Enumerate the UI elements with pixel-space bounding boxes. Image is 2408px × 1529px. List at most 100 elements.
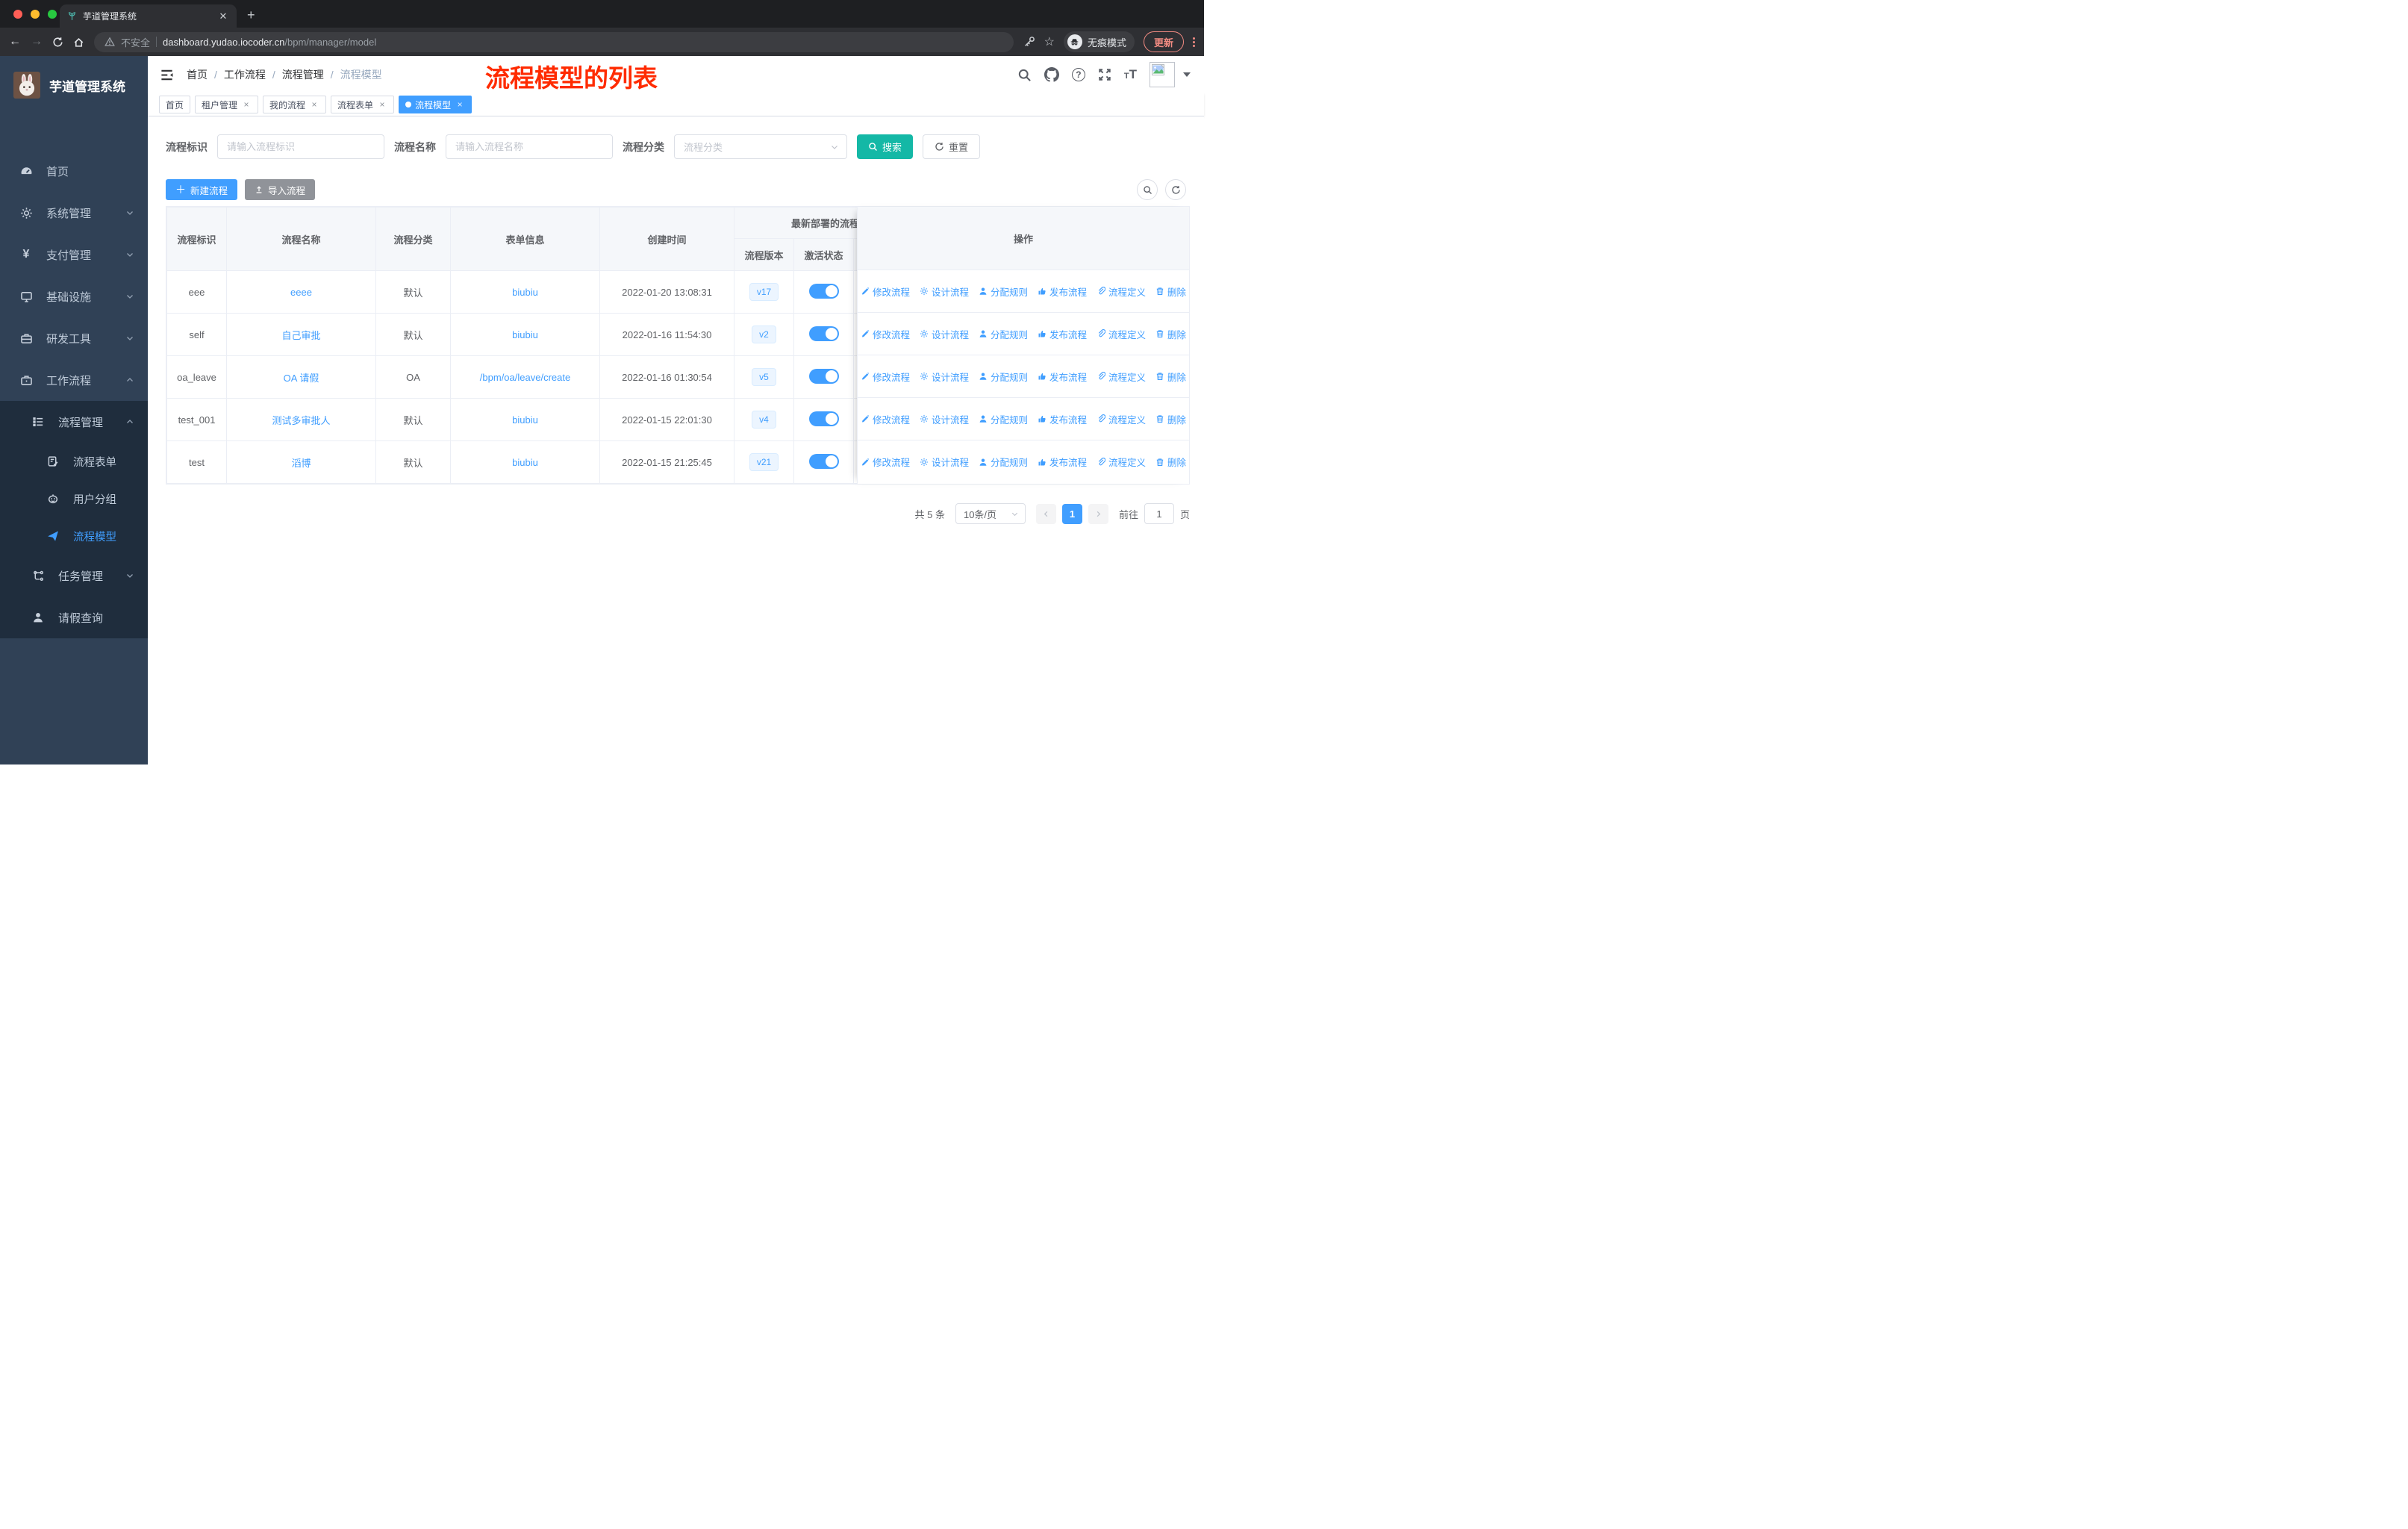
action-delete[interactable]: 删除 xyxy=(1155,327,1186,341)
action-assign-rule[interactable]: 分配规则 xyxy=(979,455,1028,469)
tag-process-form[interactable]: 流程表单 × xyxy=(331,96,395,113)
action-edit-process[interactable]: 修改流程 xyxy=(861,455,910,469)
version-badge[interactable]: v2 xyxy=(752,326,776,343)
tab-close-icon[interactable]: ✕ xyxy=(217,10,229,22)
back-icon[interactable]: ← xyxy=(9,36,21,48)
action-process-definition[interactable]: 流程定义 xyxy=(1097,370,1146,384)
version-badge[interactable]: v4 xyxy=(752,411,776,429)
process-name-link[interactable]: 测试多审批人 xyxy=(272,415,330,426)
action-edit-process[interactable]: 修改流程 xyxy=(861,284,910,299)
tag-tenant-mgmt[interactable]: 租户管理 × xyxy=(195,96,259,113)
sidebar-item-task-mgmt[interactable]: 任务管理 xyxy=(0,555,148,597)
action-publish-process[interactable]: 发布流程 xyxy=(1038,370,1087,384)
action-publish-process[interactable]: 发布流程 xyxy=(1038,284,1087,299)
action-design-process[interactable]: 设计流程 xyxy=(920,412,969,426)
process-key-input[interactable] xyxy=(217,134,384,159)
version-badge[interactable]: v5 xyxy=(752,368,776,386)
fullscreen-icon[interactable] xyxy=(1098,68,1111,81)
breadcrumb-home[interactable]: 首页 xyxy=(187,67,208,82)
close-icon[interactable]: × xyxy=(377,99,387,110)
process-name-link[interactable]: 自己审批 xyxy=(281,330,320,341)
version-badge[interactable]: v17 xyxy=(749,283,779,301)
goto-page-input[interactable] xyxy=(1144,503,1174,524)
prev-page-button[interactable] xyxy=(1035,503,1056,524)
action-publish-process[interactable]: 发布流程 xyxy=(1038,327,1087,341)
reset-button[interactable]: 重置 xyxy=(923,134,981,159)
action-publish-process[interactable]: 发布流程 xyxy=(1038,455,1087,469)
action-edit-process[interactable]: 修改流程 xyxy=(861,370,910,384)
avatar[interactable] xyxy=(1150,62,1175,87)
key-icon[interactable] xyxy=(1023,36,1035,48)
action-delete[interactable]: 删除 xyxy=(1155,455,1186,469)
sidebar-item-home[interactable]: 首页 xyxy=(0,150,148,192)
refresh-table-button[interactable] xyxy=(1165,179,1186,200)
sidebar-item-leave-query[interactable]: 请假查询 xyxy=(0,597,148,638)
active-toggle[interactable] xyxy=(808,326,839,341)
action-publish-process[interactable]: 发布流程 xyxy=(1038,412,1087,426)
tag-home[interactable]: 首页 xyxy=(159,96,191,113)
active-toggle[interactable] xyxy=(808,453,839,469)
url-text[interactable]: dashboard.yudao.iocoder.cn/bpm/manager/m… xyxy=(163,37,376,48)
sidebar-item-system[interactable]: 系统管理 xyxy=(0,192,148,234)
font-size-icon[interactable]: TT xyxy=(1124,67,1137,82)
process-name-input[interactable] xyxy=(446,134,613,159)
action-process-definition[interactable]: 流程定义 xyxy=(1097,412,1146,426)
new-tab-button[interactable]: + xyxy=(247,7,255,23)
import-process-button[interactable]: 导入流程 xyxy=(245,179,316,200)
sidebar-item-infra[interactable]: 基础设施 xyxy=(0,275,148,317)
next-page-button[interactable] xyxy=(1088,503,1108,524)
window-controls[interactable] xyxy=(13,10,57,19)
process-name-link[interactable]: eeee xyxy=(290,287,312,298)
action-design-process[interactable]: 设计流程 xyxy=(920,455,969,469)
action-assign-rule[interactable]: 分配规则 xyxy=(979,412,1028,426)
action-delete[interactable]: 删除 xyxy=(1155,412,1186,426)
breadcrumb-process-mgmt[interactable]: 流程管理 xyxy=(282,67,324,82)
form-info-link[interactable]: biubiu xyxy=(512,329,538,340)
active-toggle[interactable] xyxy=(808,368,839,384)
close-icon[interactable]: × xyxy=(309,99,319,110)
browser-tab[interactable]: 芋道管理系统 ✕ xyxy=(60,4,237,28)
security-label[interactable]: 不安全 xyxy=(121,35,150,49)
page-size-select[interactable]: 10条/页 xyxy=(955,503,1026,524)
sidebar-item-devtools[interactable]: 研发工具 xyxy=(0,317,148,359)
sidebar-item-payment[interactable]: ¥ 支付管理 xyxy=(0,234,148,275)
help-icon[interactable]: ? xyxy=(1071,68,1085,81)
sidebar-item-user-group[interactable]: 用户分组 xyxy=(0,480,148,517)
category-select[interactable]: 流程分类 xyxy=(674,134,847,159)
action-assign-rule[interactable]: 分配规则 xyxy=(979,327,1028,341)
browser-menu-icon[interactable] xyxy=(1193,37,1195,47)
action-delete[interactable]: 删除 xyxy=(1155,370,1186,384)
action-edit-process[interactable]: 修改流程 xyxy=(861,327,910,341)
create-process-button[interactable]: ＋ 新建流程 xyxy=(166,179,238,200)
page-number-button[interactable]: 1 xyxy=(1061,503,1082,524)
process-name-link[interactable]: OA 请假 xyxy=(284,373,319,384)
close-icon[interactable]: × xyxy=(241,99,252,110)
close-icon[interactable]: × xyxy=(455,99,465,110)
action-assign-rule[interactable]: 分配规则 xyxy=(979,284,1028,299)
action-edit-process[interactable]: 修改流程 xyxy=(861,412,910,426)
address-bar[interactable]: 不安全 dashboard.yudao.iocoder.cn/bpm/manag… xyxy=(94,31,1014,52)
process-name-link[interactable]: 滔博 xyxy=(291,458,311,469)
form-info-link[interactable]: biubiu xyxy=(512,414,538,426)
search-button[interactable]: 搜索 xyxy=(857,134,914,159)
home-icon[interactable] xyxy=(73,37,84,48)
update-button[interactable]: 更新 xyxy=(1143,31,1184,52)
action-process-definition[interactable]: 流程定义 xyxy=(1097,284,1146,299)
sidebar-collapse-icon[interactable] xyxy=(160,68,174,82)
action-design-process[interactable]: 设计流程 xyxy=(920,284,969,299)
active-toggle[interactable] xyxy=(808,411,839,426)
breadcrumb-workflow[interactable]: 工作流程 xyxy=(224,67,266,82)
action-process-definition[interactable]: 流程定义 xyxy=(1097,455,1146,469)
action-assign-rule[interactable]: 分配规则 xyxy=(979,370,1028,384)
tag-process-model[interactable]: 流程模型 × xyxy=(399,96,472,113)
action-design-process[interactable]: 设计流程 xyxy=(920,370,969,384)
sidebar-item-process-mgmt[interactable]: 流程管理 xyxy=(0,401,148,443)
sidebar-item-workflow[interactable]: 工作流程 xyxy=(0,359,148,401)
reload-icon[interactable] xyxy=(52,37,63,48)
sidebar-item-process-form[interactable]: 流程表单 xyxy=(0,443,148,480)
active-toggle[interactable] xyxy=(808,283,839,299)
action-delete[interactable]: 删除 xyxy=(1155,284,1186,299)
close-window-button[interactable] xyxy=(13,10,22,19)
search-icon[interactable] xyxy=(1017,68,1032,82)
minimize-window-button[interactable] xyxy=(31,10,40,19)
